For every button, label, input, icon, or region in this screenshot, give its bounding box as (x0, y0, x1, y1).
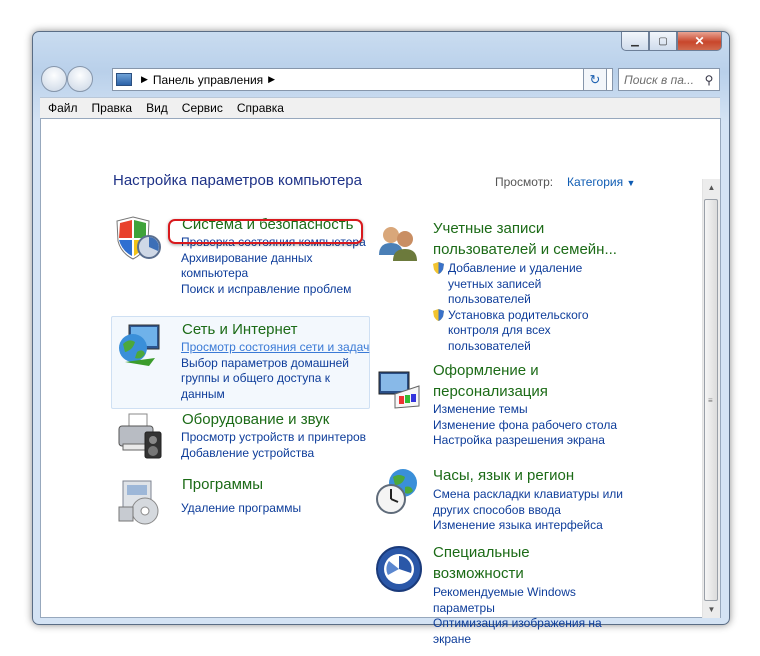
security-red-highlight (168, 219, 363, 244)
troubleshoot-link[interactable]: Поиск и исправление проблем (181, 282, 366, 298)
adjust-screen-resolution-link[interactable]: Настройка разрешения экрана (433, 433, 617, 449)
appearance-title-link-line1[interactable]: Оформление и (433, 360, 539, 381)
add-remove-accounts-line3[interactable]: пользователей (433, 292, 589, 308)
view-by-dropdown[interactable]: Категория ▼ (567, 175, 635, 189)
ease-of-access-icon[interactable] (375, 545, 423, 593)
change-display-language-link[interactable]: Изменение языка интерфейса (433, 518, 623, 534)
homegroup-link[interactable]: Выбор параметров домашней (181, 356, 369, 372)
clock-title-link[interactable]: Часы, язык и регион (433, 465, 574, 486)
add-remove-accounts-link[interactable]: Добавление и удаление (433, 261, 589, 277)
minimize-button[interactable]: ▁ (621, 32, 649, 51)
network-links: Просмотр состояния сети и задач Выбор па… (181, 340, 369, 402)
uac-shield-icon (433, 308, 444, 321)
change-desktop-background-link[interactable]: Изменение фона рабочего стола (433, 418, 617, 434)
breadcrumb-arrow-icon[interactable]: ▶ (268, 74, 275, 85)
view-network-status-link[interactable]: Просмотр состояния сети и задач (181, 340, 369, 356)
security-links: Проверка состояния компьютера Архивирова… (181, 235, 366, 297)
clock-globe-icon[interactable] (375, 467, 423, 515)
programs-title-link[interactable]: Программы (182, 474, 263, 495)
access-title-link-line1[interactable]: Специальные (433, 542, 530, 563)
scroll-down-icon[interactable]: ▼ (703, 601, 720, 618)
optimize-display-link-line2[interactable]: экране (433, 632, 602, 648)
recommended-settings-link[interactable]: Рекомендуемые Windows (433, 585, 602, 601)
network-title-link[interactable]: Сеть и Интернет (182, 319, 298, 340)
parental-controls-line2[interactable]: контроля для всех (433, 323, 589, 339)
change-keyboards-link[interactable]: Смена раскладки клавиатуры или (433, 487, 623, 503)
homegroup-link-line3[interactable]: данным (181, 387, 369, 403)
appearance-links: Изменение темы Изменение фона рабочего с… (433, 402, 617, 449)
chevron-down-icon[interactable]: ▼ (626, 178, 635, 188)
scroll-up-icon[interactable]: ▲ (703, 179, 720, 196)
parental-controls-line3[interactable]: пользователей (433, 339, 589, 355)
address-bar[interactable]: ▶ Панель управления ▶ ▼ (112, 68, 613, 91)
menu-help[interactable]: Справка (237, 101, 284, 115)
search-input[interactable]: Поиск в па... (624, 73, 699, 87)
hardware-title-link[interactable]: Оборудование и звук (182, 409, 329, 430)
content-pane: Настройка параметров компьютера Просмотр… (40, 118, 721, 646)
printer-icon[interactable] (115, 412, 163, 460)
back-button[interactable] (41, 66, 67, 92)
users-title-link-line1[interactable]: Учетные записи (433, 218, 544, 239)
menu-bar: Файл Правка Вид Сервис Справка (40, 97, 720, 118)
search-icon[interactable]: ⚲ (699, 73, 719, 87)
optimize-display-link[interactable]: Оптимизация изображения на (433, 616, 602, 632)
menu-view[interactable]: Вид (146, 101, 168, 115)
search-box[interactable]: Поиск в па... ⚲ (618, 68, 720, 91)
network-globe-icon[interactable] (115, 322, 163, 370)
clock-links: Смена раскладки клавиатуры или других сп… (433, 487, 623, 534)
control-panel-icon (116, 73, 132, 86)
close-button[interactable]: ✕ (677, 32, 722, 51)
grip-icon: ≡ (708, 396, 713, 405)
backup-computer-link[interactable]: Архивирование данных (181, 251, 366, 267)
user-accounts-icon[interactable] (375, 221, 423, 269)
add-remove-accounts-label[interactable]: Добавление и удаление (448, 261, 582, 275)
menu-tools[interactable]: Сервис (182, 101, 223, 115)
users-title-link-line2[interactable]: пользователей и семейн... (433, 239, 617, 260)
programs-icon[interactable] (115, 477, 163, 525)
breadcrumb-control-panel[interactable]: Панель управления (153, 73, 263, 87)
change-keyboards-link-line2[interactable]: других способов ввода (433, 503, 623, 519)
refresh-button[interactable]: ↻ (583, 68, 607, 91)
users-links: Добавление и удаление учетных записей по… (433, 261, 589, 354)
add-device-link[interactable]: Добавление устройства (181, 446, 366, 462)
scroll-thumb[interactable]: ≡ (704, 199, 718, 601)
programs-links: Удаление программы (181, 501, 301, 517)
view-by-label: Просмотр: (495, 175, 554, 189)
access-links: Рекомендуемые Windows параметры Оптимиза… (433, 585, 602, 647)
menu-edit[interactable]: Правка (92, 101, 133, 115)
view-devices-printers-link[interactable]: Просмотр устройств и принтеров (181, 430, 366, 446)
change-theme-link[interactable]: Изменение темы (433, 402, 617, 418)
appearance-monitor-icon[interactable] (375, 364, 423, 412)
add-remove-accounts-line2[interactable]: учетных записей (433, 277, 589, 293)
uninstall-program-link[interactable]: Удаление программы (181, 501, 301, 517)
page-title: Настройка параметров компьютера (113, 172, 362, 189)
recommended-settings-link-line2[interactable]: параметры (433, 601, 602, 617)
appearance-title-link-line2[interactable]: персонализация (433, 381, 548, 402)
security-shield-icon[interactable] (115, 213, 163, 261)
uac-shield-icon (433, 262, 444, 274)
menu-file[interactable]: Файл (48, 101, 78, 115)
control-panel-window: ▁ ▢ ✕ ▶ Панель управления ▶ ▼ ↻ Поиск в … (32, 31, 730, 646)
view-by-value[interactable]: Категория (567, 175, 623, 189)
forward-button[interactable] (67, 66, 93, 92)
vertical-scrollbar[interactable]: ▲ ≡ ▼ (702, 179, 720, 618)
access-title-link-line2[interactable]: возможности (433, 563, 524, 584)
parental-controls-link[interactable]: Установка родительского (433, 308, 589, 324)
backup-computer-link-line2[interactable]: компьютера (181, 266, 366, 282)
breadcrumb-arrow-icon[interactable]: ▶ (141, 74, 148, 85)
homegroup-link-line2[interactable]: группы и общего доступа к (181, 371, 369, 387)
maximize-button[interactable]: ▢ (649, 32, 677, 51)
parental-controls-label[interactable]: Установка родительского (448, 308, 589, 322)
hardware-links: Просмотр устройств и принтеров Добавлени… (181, 430, 366, 461)
window-controls: ▁ ▢ ✕ (621, 32, 722, 51)
